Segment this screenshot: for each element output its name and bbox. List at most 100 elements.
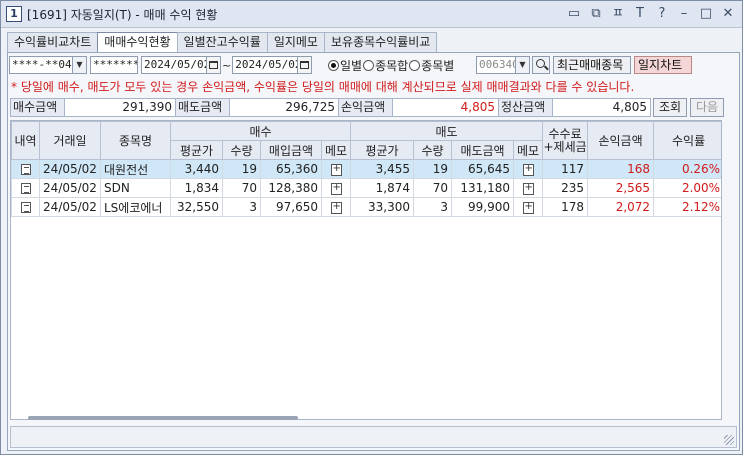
table-row[interactable]: 24/05/02 대원전선 3,440 19 65,360 3,455 19 6…: [11, 159, 721, 179]
account-input[interactable]: ****-**04: [9, 56, 73, 74]
date-to-input[interactable]: 2024/05/02: [232, 56, 299, 74]
header-fee-tax: 수수료 +제세금: [542, 121, 589, 160]
header-return-rate: 수익률: [653, 121, 721, 160]
calendar-icon[interactable]: [298, 56, 313, 74]
account-dropdown-icon[interactable]: ▼: [73, 56, 87, 74]
stock-code-group: 006340 ▼: [476, 56, 550, 74]
detail-icon[interactable]: [20, 183, 31, 194]
status-bar: [10, 426, 737, 448]
link-icon[interactable]: ▭: [566, 5, 582, 23]
buy-qty-cell: 70: [222, 178, 261, 198]
radio-unchecked-icon: [363, 59, 375, 71]
radio-stock-sum[interactable]: 종목합: [363, 57, 408, 74]
query-button[interactable]: 조회: [653, 98, 687, 117]
radio-stock-sum-label: 종목합: [375, 58, 409, 73]
search-icon[interactable]: [532, 56, 550, 74]
notice-text: * 당일에 매수, 매도가 모두 있는 경우 손익금액, 수익률은 당일의 매매…: [11, 80, 635, 94]
copy-window-icon[interactable]: ⧉: [588, 5, 604, 23]
maximize-icon[interactable]: □: [698, 5, 714, 23]
journal-chart-button[interactable]: 일지차트: [634, 56, 692, 74]
font-icon[interactable]: T: [632, 5, 648, 23]
horizontal-scrollbar[interactable]: [28, 416, 298, 420]
summary-bar: 매수금액 291,390 매도금액 296,725 손익금액 4,805 정산금…: [10, 98, 724, 117]
detail-icon[interactable]: [20, 164, 31, 175]
memo-add-icon[interactable]: [330, 201, 342, 214]
help-icon[interactable]: ?: [654, 5, 670, 23]
close-icon[interactable]: ✕: [720, 5, 736, 23]
recent-trades-button[interactable]: 최근매매종목: [553, 56, 631, 74]
title-controls: ▭ ⧉ ㅍ T ? – □ ✕: [566, 5, 736, 23]
buy-avg-price-cell: 1,834: [170, 178, 223, 198]
calendar-icon[interactable]: [207, 56, 221, 74]
window-title: [1691] 자동일지(T) - 매매 수익 현황: [27, 8, 218, 22]
stock-name-cell: SDN: [100, 178, 171, 198]
header-trade-date: 거래일: [39, 121, 101, 160]
memo-add-icon[interactable]: [330, 163, 342, 176]
sell-qty-cell: 70: [413, 178, 453, 198]
pin-icon[interactable]: ㅍ: [610, 5, 626, 23]
tab-return-compare-chart[interactable]: 수익률비교차트: [7, 32, 99, 52]
buy-amount-cell: 97,650: [260, 197, 322, 217]
trade-date-cell: 24/05/02: [39, 159, 101, 179]
buy-memo-cell[interactable]: [320, 197, 352, 217]
return-rate-cell: 2.00%: [653, 178, 721, 198]
memo-add-icon[interactable]: [522, 182, 534, 195]
header-sell-avg-price: 평균가: [350, 140, 415, 160]
sell-amount-cell: 131,180: [451, 178, 515, 198]
trade-table: 내역 거래일 종목명 매수 매도 수수료 +제세금 손익금액 수익률 평균가 수…: [10, 120, 722, 420]
header-buy-group: 매수: [169, 121, 352, 141]
detail-cell[interactable]: [11, 159, 40, 179]
header-buy-memo: 메모: [320, 140, 352, 160]
trade-table-grid: 내역 거래일 종목명 매수 매도 수수료 +제세금 손익금액 수익률 평균가 수…: [11, 121, 721, 217]
stock-code-input[interactable]: 006340: [476, 56, 516, 74]
minimize-icon[interactable]: –: [676, 5, 692, 23]
detail-cell[interactable]: [11, 178, 40, 198]
memo-add-icon[interactable]: [330, 182, 342, 195]
sell-amount-cell: 99,900: [451, 197, 515, 217]
sell-memo-cell[interactable]: [513, 159, 544, 179]
radio-by-stock[interactable]: 종목별: [409, 57, 454, 74]
title-bar[interactable]: 1 [1691] 자동일지(T) - 매매 수익 현황 ▭ ⧉ ㅍ T ? – …: [1, 1, 742, 28]
resize-grip-icon[interactable]: [724, 435, 734, 445]
sell-amount-label: 매도금액: [175, 98, 230, 117]
header-stock-name: 종목명: [100, 121, 171, 160]
buy-memo-cell[interactable]: [320, 178, 352, 198]
stock-code-dropdown-icon[interactable]: ▼: [516, 56, 530, 74]
sell-amount-cell: 65,645: [451, 159, 515, 179]
stock-name-cell: 대원전선: [100, 159, 171, 179]
detail-cell[interactable]: [11, 197, 40, 217]
profit-loss-cell: 2,072: [587, 197, 655, 217]
tab-journal-memo[interactable]: 일지메모: [266, 32, 325, 52]
fee-cell: 235: [542, 178, 589, 198]
date-from-input[interactable]: 2024/05/02: [141, 56, 207, 74]
buy-memo-cell[interactable]: [320, 159, 352, 179]
radio-daily[interactable]: 일별: [328, 57, 362, 74]
radio-checked-icon: [328, 59, 339, 71]
tab-trade-profit[interactable]: 매매수익현황: [97, 32, 178, 53]
buy-avg-price-cell: 3,440: [170, 159, 223, 179]
tab-holding-return-compare[interactable]: 보유종목수익률비교: [323, 32, 438, 52]
action-buttons: 최근매매종목 일지차트: [553, 56, 692, 74]
header-sell-group: 매도: [350, 121, 544, 141]
buy-avg-price-cell: 32,550: [170, 197, 223, 217]
tab-daily-balance-return[interactable]: 일별잔고수익률: [176, 32, 268, 52]
radio-by-stock-label: 종목별: [421, 58, 455, 73]
memo-add-icon[interactable]: [522, 163, 534, 176]
password-input[interactable]: ********: [90, 56, 138, 74]
password-group: ********: [90, 56, 138, 74]
sell-memo-cell[interactable]: [513, 178, 544, 198]
header-sell-qty: 수량: [413, 140, 453, 160]
sell-memo-cell[interactable]: [513, 197, 544, 217]
detail-icon[interactable]: [20, 202, 31, 213]
header-sell-amount: 매도금액: [451, 140, 515, 160]
buy-amount-value: 291,390: [64, 98, 176, 117]
date-separator: ~: [222, 58, 232, 72]
trade-date-cell: 24/05/02: [39, 197, 101, 217]
vertical-scrollbar[interactable]: [723, 120, 737, 420]
table-row[interactable]: 24/05/02 SDN 1,834 70 128,380 1,874 70 1…: [11, 178, 721, 198]
sell-qty-cell: 19: [413, 159, 453, 179]
sell-avg-price-cell: 1,874: [350, 178, 415, 198]
next-button[interactable]: 다음: [690, 98, 724, 117]
table-row[interactable]: 24/05/02 LS에코에너 32,550 3 97,650 33,300 3…: [11, 197, 721, 217]
memo-add-icon[interactable]: [522, 201, 534, 214]
